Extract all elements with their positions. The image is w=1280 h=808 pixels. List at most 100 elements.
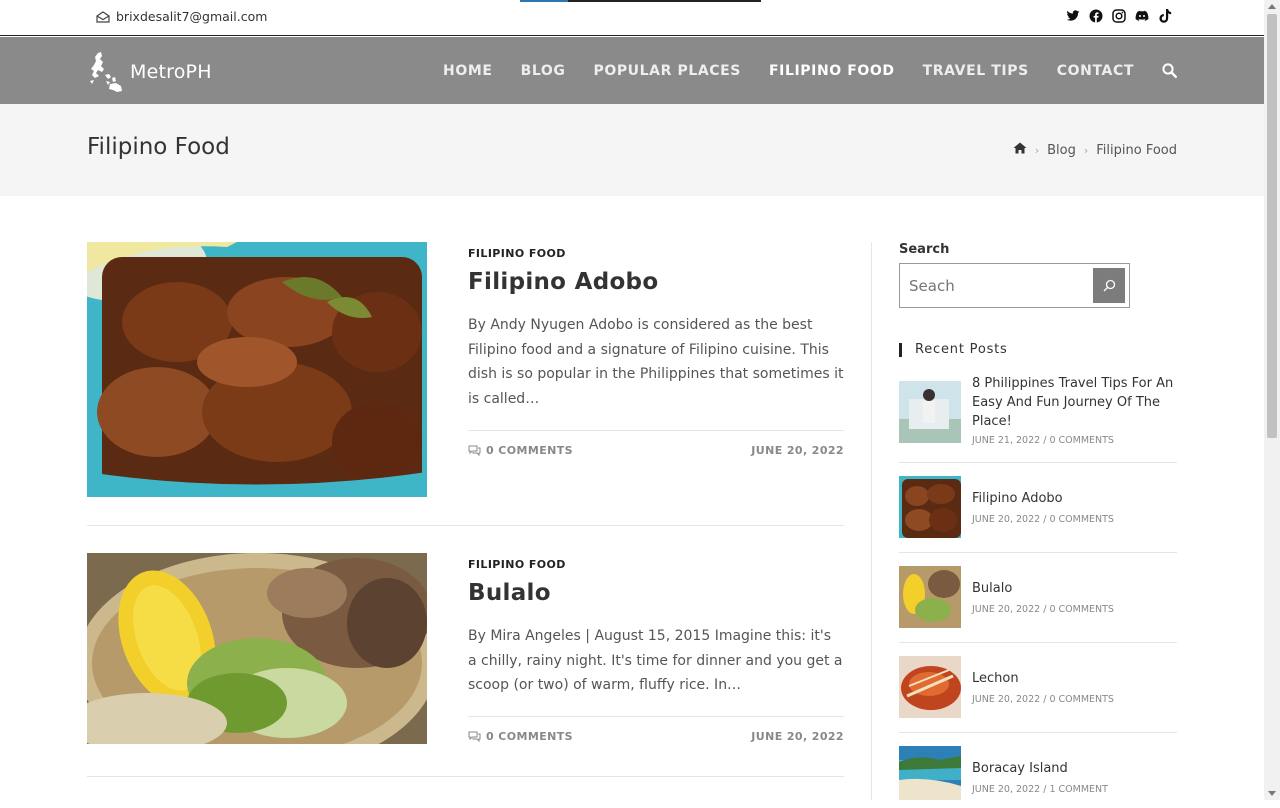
post-content: FILIPINO FOOD Bulalo By Mira Angeles | A… — [468, 553, 844, 743]
recent-post-date: JUNE 20, 2022 — [972, 784, 1041, 795]
site-name: MetroPH — [130, 61, 212, 83]
search-widget-label: Search — [899, 242, 950, 257]
recent-post-item[interactable]: Filipino Adobo JUNE 20, 2022 / 0 COMMENT… — [899, 476, 1177, 553]
recent-post-thumbnail[interactable] — [899, 746, 961, 800]
recent-post-divider — [899, 642, 1177, 643]
post-category[interactable]: FILIPINO FOOD — [468, 558, 844, 571]
recent-post-item[interactable]: Lechon JUNE 20, 2022 / 0 COMMENTS — [899, 656, 1177, 733]
recent-post-date: JUNE 21, 2022 — [972, 435, 1041, 446]
recent-post-item[interactable]: Bulalo JUNE 20, 2022 / 0 COMMENTS — [899, 566, 1177, 643]
breadcrumb-separator: › — [1034, 143, 1040, 157]
recent-posts-title: Recent Posts — [899, 343, 1008, 357]
reading-progress-fill — [520, 0, 569, 2]
post-excerpt: By Andy Nyugen Adobo is considered as th… — [468, 317, 844, 407]
envelope-icon — [96, 10, 110, 23]
post-comments[interactable]: 0 COMMENTS — [468, 730, 573, 743]
philippines-map-logo-icon — [90, 52, 122, 92]
post-divider — [87, 776, 844, 777]
post-date: JUNE 20, 2022 — [751, 730, 844, 743]
home-icon[interactable] — [1013, 142, 1027, 158]
nav-filipino-food[interactable]: FILIPINO FOOD — [769, 63, 895, 79]
search-widget — [899, 263, 1130, 308]
recent-post-comments[interactable]: 0 COMMENTS — [1049, 514, 1114, 525]
breadcrumb: › Blog › Filipino Food — [1013, 142, 1177, 158]
main-menu: HOME BLOG POPULAR PLACES FILIPINO FOOD T… — [443, 37, 1178, 104]
recent-post-thumbnail[interactable] — [899, 476, 961, 538]
page-header: Filipino Food › Blog › Filipino Food — [0, 104, 1264, 196]
main-header: MetroPH HOME BLOG POPULAR PLACES FILIPIN… — [0, 37, 1264, 104]
discord-icon[interactable] — [1135, 9, 1149, 23]
sidebar-search-input[interactable] — [901, 265, 1092, 306]
recent-post-divider — [899, 462, 1177, 463]
recent-post-item[interactable]: 8 Philippines Travel Tips For An Easy An… — [899, 376, 1177, 463]
breadcrumb-blog[interactable]: Blog — [1047, 143, 1076, 158]
recent-post-meta: JUNE 20, 2022 / 0 COMMENTS — [972, 604, 1114, 615]
recent-post-comments[interactable]: 0 COMMENTS — [1049, 604, 1114, 615]
breadcrumb-current: Filipino Food — [1096, 142, 1177, 158]
search-icon[interactable] — [1162, 62, 1178, 79]
sidebar-divider — [871, 242, 872, 800]
post-title[interactable]: Bulalo — [468, 580, 844, 606]
social-links — [1066, 9, 1172, 23]
search-icon — [1103, 279, 1115, 292]
post-category[interactable]: FILIPINO FOOD — [468, 247, 844, 260]
search-submit-button[interactable] — [1093, 268, 1125, 303]
recent-post-meta: JUNE 21, 2022 / 0 COMMENTS — [972, 435, 1114, 446]
recent-post-item[interactable]: Boracay Island JUNE 20, 2022 / 1 COMMENT — [899, 746, 1177, 808]
nav-contact[interactable]: CONTACT — [1057, 63, 1134, 79]
recent-post-title[interactable]: Boracay Island — [972, 759, 1177, 778]
recent-post-date: JUNE 20, 2022 — [972, 694, 1041, 705]
facebook-icon[interactable] — [1089, 9, 1103, 23]
page-title: Filipino Food — [87, 134, 230, 160]
twitter-icon[interactable] — [1066, 9, 1080, 23]
post-comments-count: 0 COMMENTS — [486, 444, 573, 457]
post-meta: 0 COMMENTS JUNE 20, 2022 — [468, 430, 844, 457]
post-meta: 0 COMMENTS JUNE 20, 2022 — [468, 716, 844, 743]
recent-post-title[interactable]: Bulalo — [972, 579, 1177, 598]
nav-home[interactable]: HOME — [443, 63, 493, 79]
instagram-icon[interactable] — [1112, 9, 1126, 23]
sidebar: Search Recent Posts 8 Philippines Travel… — [899, 242, 1177, 800]
nav-blog[interactable]: BLOG — [521, 63, 566, 79]
recent-post-thumbnail[interactable] — [899, 381, 961, 443]
reading-progress-bar — [520, 0, 761, 2]
tiktok-icon[interactable] — [1158, 9, 1172, 23]
post-content: FILIPINO FOOD Filipino Adobo By Andy Nyu… — [468, 242, 844, 457]
recent-post-title[interactable]: Filipino Adobo — [972, 489, 1177, 508]
comments-icon — [468, 731, 481, 742]
scroll-up-arrow-icon[interactable] — [1268, 4, 1276, 9]
recent-post-comments[interactable]: 1 COMMENT — [1049, 784, 1107, 795]
post-thumbnail-adobo[interactable] — [87, 242, 427, 497]
recent-post-meta: JUNE 20, 2022 / 1 COMMENT — [972, 784, 1108, 795]
post-card: FILIPINO FOOD Filipino Adobo By Andy Nyu… — [87, 242, 844, 497]
post-card: FILIPINO FOOD Bulalo By Mira Angeles | A… — [87, 553, 844, 744]
scrollbar-thumb[interactable] — [1267, 14, 1277, 438]
recent-post-date: JUNE 20, 2022 — [972, 514, 1041, 525]
recent-post-title[interactable]: Lechon — [972, 669, 1177, 688]
post-title[interactable]: Filipino Adobo — [468, 269, 844, 295]
recent-post-comments[interactable]: 0 COMMENTS — [1049, 694, 1114, 705]
recent-post-date: JUNE 20, 2022 — [972, 604, 1041, 615]
recent-post-thumbnail[interactable] — [899, 656, 961, 718]
breadcrumb-separator: › — [1083, 143, 1089, 157]
email-text: brixdesalit7@gmail.com — [116, 9, 268, 24]
email-contact[interactable]: brixdesalit7@gmail.com — [96, 9, 267, 24]
top-bar: brixdesalit7@gmail.com — [0, 0, 1264, 36]
site-logo[interactable]: MetroPH — [88, 51, 212, 93]
page-scrollbar[interactable] — [1264, 0, 1280, 800]
nav-popular-places[interactable]: POPULAR PLACES — [593, 63, 741, 79]
post-date: JUNE 20, 2022 — [751, 444, 844, 457]
post-comments-count: 0 COMMENTS — [486, 730, 573, 743]
recent-post-meta: JUNE 20, 2022 / 0 COMMENTS — [972, 514, 1114, 525]
post-comments[interactable]: 0 COMMENTS — [468, 444, 573, 457]
post-excerpt: By Mira Angeles | August 15, 2015 Imagin… — [468, 628, 843, 694]
recent-post-comments[interactable]: 0 COMMENTS — [1049, 435, 1114, 446]
nav-travel-tips[interactable]: TRAVEL TIPS — [923, 63, 1029, 79]
comments-icon — [468, 445, 481, 456]
recent-post-divider — [899, 732, 1177, 733]
recent-post-thumbnail[interactable] — [899, 566, 961, 628]
recent-post-meta: JUNE 20, 2022 / 0 COMMENTS — [972, 694, 1114, 705]
scroll-down-arrow-icon[interactable] — [1268, 791, 1276, 796]
post-thumbnail-bulalo[interactable] — [87, 553, 427, 744]
recent-post-title[interactable]: 8 Philippines Travel Tips For An Easy An… — [972, 374, 1177, 431]
